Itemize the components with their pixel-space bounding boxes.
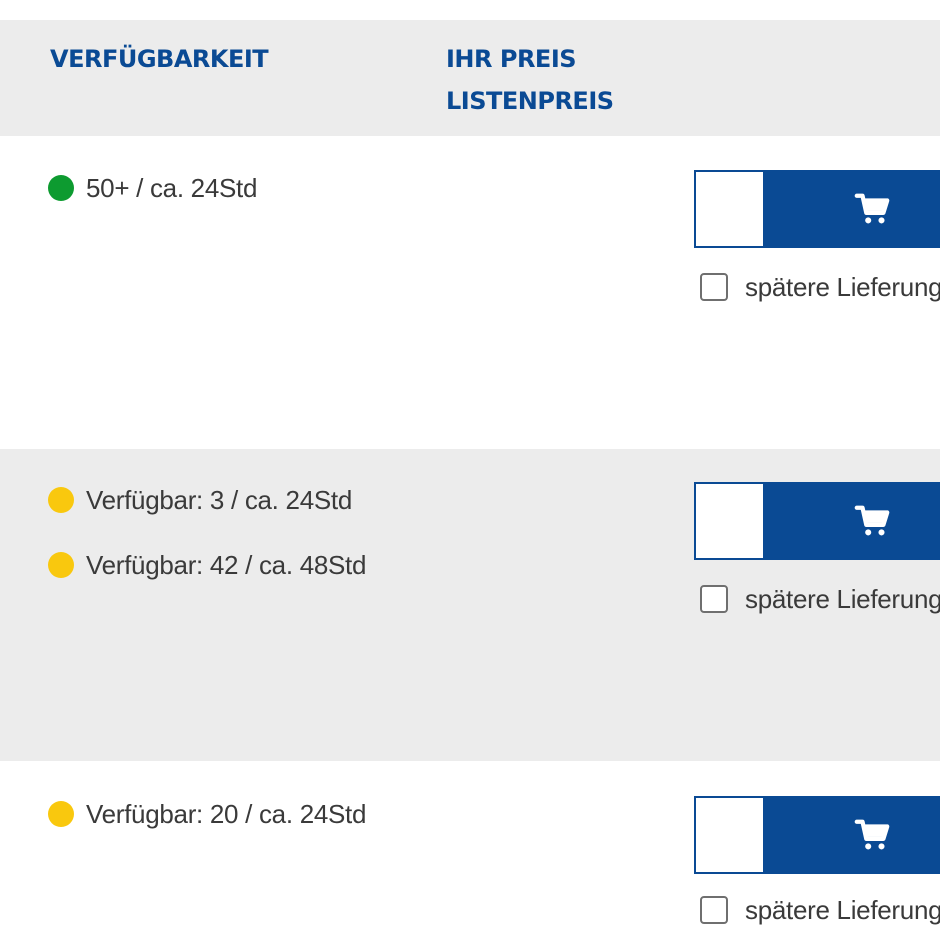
your-price-column-header: IHR PREIS: [446, 45, 577, 73]
availability-text: 50+ / ca. 24Std: [86, 172, 258, 203]
shopping-cart-icon: [854, 505, 890, 536]
availability-text: Verfügbar: 42 / ca. 48Std: [86, 549, 367, 580]
quantity-input[interactable]: [696, 798, 763, 872]
add-to-cart-button[interactable]: [763, 798, 940, 872]
table-row: Verfügbar: 3 / ca. 24Std Verfügbar: 42 /…: [0, 449, 940, 761]
list-price-column-header: LISTENPREIS: [446, 87, 614, 115]
table-row: 50+ / ca. 24Std spätere Lieferung: [0, 137, 940, 449]
add-to-cart-button[interactable]: [763, 484, 940, 558]
availability-text: Verfügbar: 20 / ca. 24Std: [86, 798, 367, 829]
table-header: VERFÜGBARKEIT IHR PREIS LISTENPREIS: [0, 20, 940, 136]
add-to-cart-group: [694, 170, 940, 248]
later-delivery-option[interactable]: spätere Lieferung: [700, 894, 940, 926]
later-delivery-label: spätere Lieferung: [745, 271, 940, 302]
quantity-input[interactable]: [696, 484, 763, 558]
availability-status: Verfügbar: 42 / ca. 48Std: [48, 549, 366, 581]
stock-yellow-dot-icon: [48, 801, 74, 827]
later-delivery-label: spätere Lieferung: [745, 894, 940, 925]
add-to-cart-button[interactable]: [763, 172, 940, 246]
availability-status: Verfügbar: 3 / ca. 24Std: [48, 484, 352, 516]
quantity-input[interactable]: [696, 172, 763, 246]
availability-status: Verfügbar: 20 / ca. 24Std: [48, 798, 366, 830]
add-to-cart-group: [694, 482, 940, 560]
later-delivery-checkbox[interactable]: [700, 896, 728, 924]
shopping-cart-icon: [854, 819, 890, 850]
shopping-cart-icon: [854, 193, 890, 224]
stock-green-dot-icon: [48, 175, 74, 201]
later-delivery-checkbox[interactable]: [700, 585, 728, 613]
stock-yellow-dot-icon: [48, 487, 74, 513]
availability-text: Verfügbar: 3 / ca. 24Std: [86, 484, 352, 515]
later-delivery-label: spätere Lieferung: [745, 583, 940, 614]
availability-column-header: VERFÜGBARKEIT: [50, 45, 269, 73]
later-delivery-checkbox[interactable]: [700, 273, 728, 301]
availability-status: 50+ / ca. 24Std: [48, 172, 257, 204]
later-delivery-option[interactable]: spätere Lieferung: [700, 583, 940, 615]
add-to-cart-group: [694, 796, 940, 874]
later-delivery-option[interactable]: spätere Lieferung: [700, 271, 940, 303]
stock-yellow-dot-icon: [48, 552, 74, 578]
table-row: Verfügbar: 20 / ca. 24Std spätere Liefer…: [0, 761, 940, 940]
